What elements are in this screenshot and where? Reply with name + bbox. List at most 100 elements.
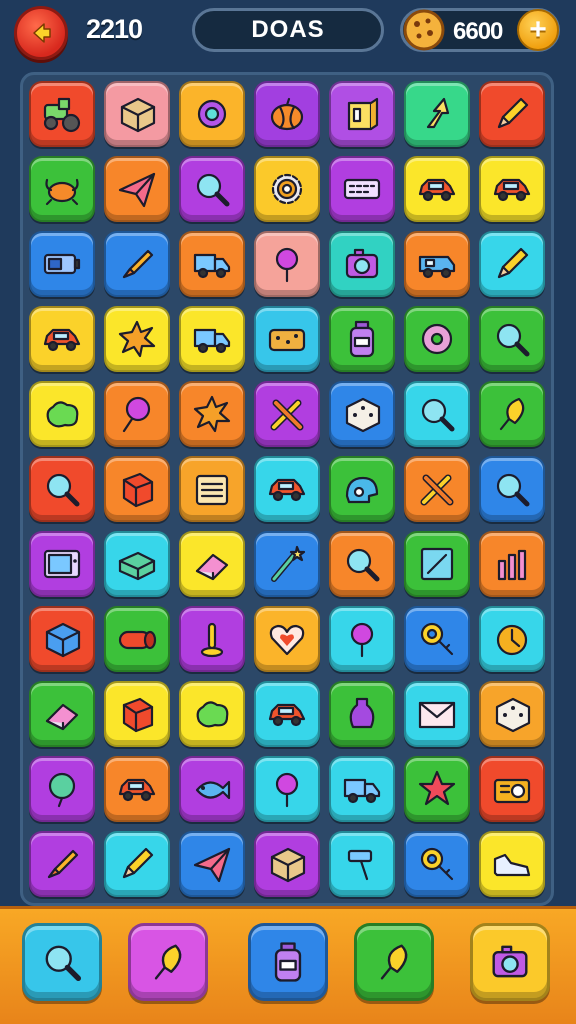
board-tile[interactable] bbox=[254, 756, 320, 822]
board-tile[interactable] bbox=[104, 81, 170, 147]
truck-icon bbox=[193, 328, 231, 354]
board-tile[interactable] bbox=[29, 306, 95, 372]
crayon-icon bbox=[122, 249, 154, 279]
board-tile[interactable] bbox=[329, 81, 395, 147]
board-tile[interactable] bbox=[329, 381, 395, 447]
radio-icon bbox=[493, 778, 531, 804]
board-tile[interactable] bbox=[29, 681, 95, 747]
board-tile[interactable] bbox=[479, 756, 545, 822]
pin-icon bbox=[275, 772, 299, 808]
board-tile[interactable] bbox=[254, 606, 320, 672]
board-tile[interactable] bbox=[329, 231, 395, 297]
board-tile[interactable] bbox=[179, 756, 245, 822]
back-arrow-icon bbox=[33, 23, 51, 43]
board-tile[interactable] bbox=[404, 606, 470, 672]
board-tile[interactable] bbox=[104, 381, 170, 447]
board-tile[interactable] bbox=[179, 381, 245, 447]
clock-icon bbox=[496, 624, 528, 656]
envelope-icon bbox=[418, 701, 456, 729]
board-tile[interactable] bbox=[179, 831, 245, 897]
board-tile[interactable] bbox=[104, 606, 170, 672]
board-tile[interactable] bbox=[179, 81, 245, 147]
board-tile[interactable] bbox=[254, 831, 320, 897]
back-button[interactable] bbox=[14, 6, 68, 60]
board-tile[interactable] bbox=[479, 456, 545, 522]
crab-icon bbox=[45, 178, 79, 206]
board-tile[interactable] bbox=[254, 231, 320, 297]
booster-button[interactable] bbox=[22, 923, 102, 1001]
board-tile[interactable] bbox=[404, 231, 470, 297]
board-tile[interactable] bbox=[329, 756, 395, 822]
add-coins-button[interactable]: + bbox=[517, 9, 559, 51]
board-tile[interactable] bbox=[179, 531, 245, 597]
board-tile[interactable] bbox=[404, 681, 470, 747]
board-tile[interactable] bbox=[179, 156, 245, 222]
board-tile[interactable] bbox=[329, 531, 395, 597]
board-tile[interactable] bbox=[404, 306, 470, 372]
board-tile[interactable] bbox=[404, 156, 470, 222]
board-tile[interactable] bbox=[329, 606, 395, 672]
booster-button[interactable] bbox=[248, 923, 328, 1001]
board-tile[interactable] bbox=[179, 681, 245, 747]
pipe-icon bbox=[118, 630, 157, 650]
board-tile[interactable] bbox=[254, 531, 320, 597]
magnifier-icon bbox=[496, 473, 530, 507]
board-tile[interactable] bbox=[104, 831, 170, 897]
board-tile[interactable] bbox=[329, 831, 395, 897]
board-tile[interactable] bbox=[29, 381, 95, 447]
board-tile[interactable] bbox=[479, 681, 545, 747]
board-tile[interactable] bbox=[29, 531, 95, 597]
board-tile[interactable] bbox=[179, 231, 245, 297]
board-tile[interactable] bbox=[479, 381, 545, 447]
board-tile[interactable] bbox=[254, 306, 320, 372]
cube-icon bbox=[122, 472, 154, 508]
board-tile[interactable] bbox=[479, 231, 545, 297]
board-tile[interactable] bbox=[479, 81, 545, 147]
booster-button[interactable] bbox=[128, 923, 208, 1001]
board-tile[interactable] bbox=[404, 756, 470, 822]
board-tile[interactable] bbox=[404, 81, 470, 147]
board-tile[interactable] bbox=[404, 531, 470, 597]
board-tile[interactable] bbox=[104, 531, 170, 597]
fish-icon bbox=[195, 780, 231, 800]
board-tile[interactable] bbox=[479, 531, 545, 597]
board-tile[interactable] bbox=[254, 81, 320, 147]
board-tile[interactable] bbox=[479, 606, 545, 672]
board-tile[interactable] bbox=[254, 681, 320, 747]
board-tile[interactable] bbox=[479, 831, 545, 897]
board-tile[interactable] bbox=[329, 456, 395, 522]
board-tile[interactable] bbox=[29, 456, 95, 522]
board-tile[interactable] bbox=[329, 306, 395, 372]
board-tile[interactable] bbox=[479, 156, 545, 222]
board-tile[interactable] bbox=[29, 831, 95, 897]
booster-button[interactable] bbox=[470, 923, 550, 1001]
crayon-icon bbox=[47, 849, 79, 879]
board-tile[interactable] bbox=[104, 156, 170, 222]
booster-button[interactable] bbox=[354, 923, 434, 1001]
game-board bbox=[20, 72, 554, 906]
board-tile[interactable] bbox=[404, 831, 470, 897]
board-tile[interactable] bbox=[104, 681, 170, 747]
board-tile[interactable] bbox=[179, 456, 245, 522]
board-tile[interactable] bbox=[479, 306, 545, 372]
board-tile[interactable] bbox=[329, 156, 395, 222]
board-tile[interactable] bbox=[104, 456, 170, 522]
board-tile[interactable] bbox=[404, 381, 470, 447]
board-tile[interactable] bbox=[104, 306, 170, 372]
board-tile[interactable] bbox=[179, 606, 245, 672]
board-tile[interactable] bbox=[254, 456, 320, 522]
splash-icon bbox=[193, 395, 231, 433]
board-tile[interactable] bbox=[29, 81, 95, 147]
board-tile[interactable] bbox=[329, 681, 395, 747]
board-tile[interactable] bbox=[29, 156, 95, 222]
board-tile[interactable] bbox=[104, 756, 170, 822]
coin-value: 6600 bbox=[453, 18, 503, 45]
board-tile[interactable] bbox=[104, 231, 170, 297]
board-tile[interactable] bbox=[254, 156, 320, 222]
board-tile[interactable] bbox=[29, 756, 95, 822]
board-tile[interactable] bbox=[179, 306, 245, 372]
board-tile[interactable] bbox=[29, 231, 95, 297]
board-tile[interactable] bbox=[404, 456, 470, 522]
board-tile[interactable] bbox=[254, 381, 320, 447]
board-tile[interactable] bbox=[29, 606, 95, 672]
